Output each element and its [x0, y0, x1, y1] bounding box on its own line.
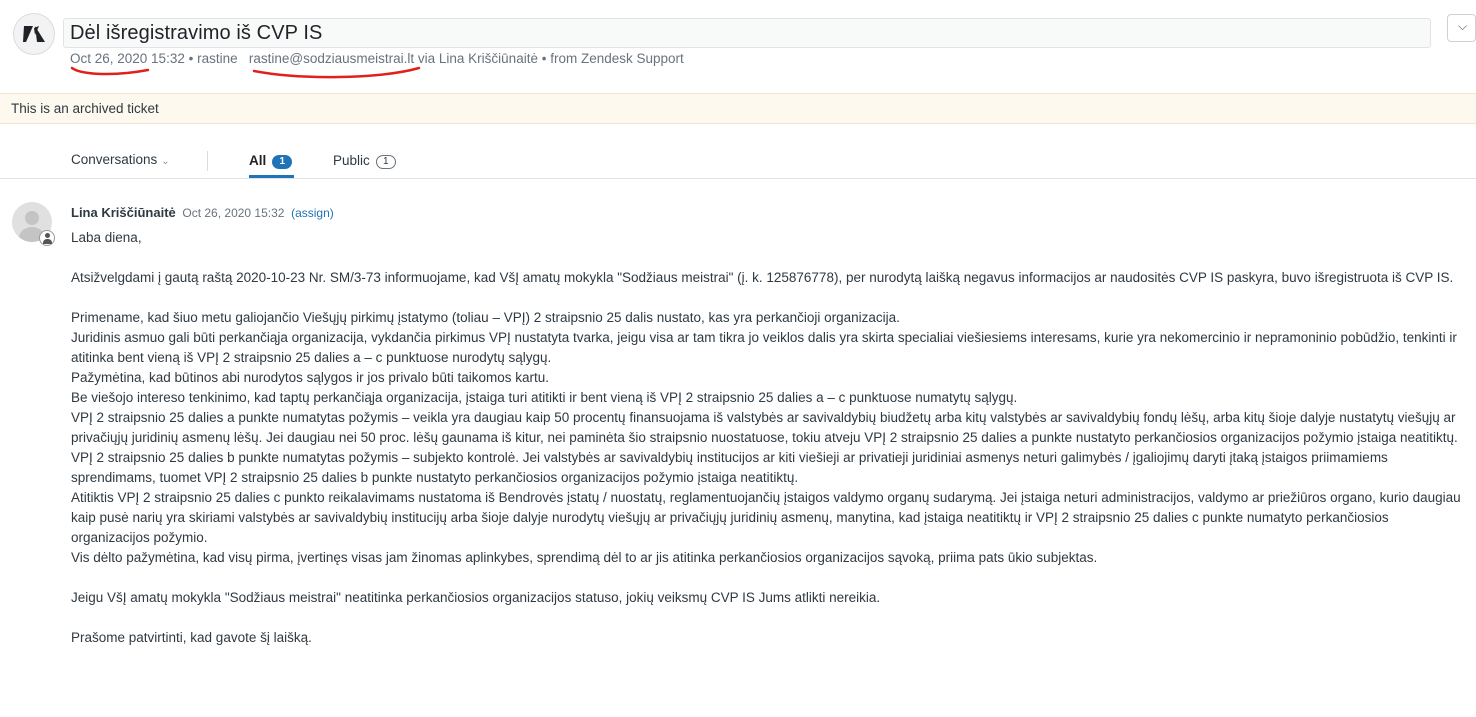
user-icon: [39, 230, 55, 246]
message-paragraph: Pažymėtina, kad būtinos abi nurodytos są…: [71, 370, 549, 385]
message-paragraph: Vis dėlto pažymėtina, kad visų pirma, įv…: [71, 550, 1098, 565]
red-annotation-underlines: [70, 66, 421, 79]
email-underline: [252, 66, 421, 79]
message-paragraph: Prašome patvirtinti, kad gavote šį laišk…: [71, 630, 312, 645]
message-paragraph: Juridinis asmuo gali būti perkančiąja or…: [71, 330, 1457, 365]
message-body: Laba diena, Atsižvelgdami į gautą raštą 2…: [71, 228, 1471, 648]
assign-link[interactable]: (assign): [291, 206, 334, 220]
tab-divider: [207, 151, 208, 171]
message-paragraph: Atsižvelgdami į gautą raštą 2020-10-23 N…: [71, 270, 1454, 285]
conversation-tabs: Conversations ⌄ All 1 Public 1: [0, 143, 1476, 179]
tab-all-count: 1: [272, 155, 293, 169]
archived-notice-bar: This is an archived ticket: [0, 93, 1476, 124]
tab-public-count: 1: [375, 155, 396, 169]
message-paragraph: Jeigu VšĮ amatų mokykla "Sodžiaus meistr…: [71, 590, 881, 605]
message-paragraph: Be viešojo intereso tenkinimo, kad taptų…: [71, 390, 1018, 405]
message-time: Oct 26, 2020 15:32: [182, 206, 285, 220]
message-paragraph: Laba diena,: [71, 230, 142, 245]
message-author[interactable]: Lina Kriščiūnaitė: [71, 205, 176, 220]
message-paragraph: Primename, kad šiuo metu galiojančio Vie…: [71, 310, 900, 325]
tab-all-active-indicator: [249, 175, 294, 178]
message-header: Lina Kriščiūnaitė Oct 26, 2020 15:32 (as…: [71, 205, 334, 220]
message-paragraph: VPĮ 2 straipsnio 25 dalies a punkte numa…: [71, 410, 1458, 445]
tab-all[interactable]: All 1: [249, 153, 293, 169]
message-paragraph: VPĮ 2 straipsnio 25 dalies b punkte numa…: [71, 450, 1388, 485]
chevron-down-icon: ⌄: [161, 156, 170, 167]
archived-notice: This is an archived ticket: [11, 101, 159, 116]
message-paragraph: Atitiktis VPĮ 2 straipsnio 25 dalies c p…: [71, 490, 1461, 545]
conversations-filter[interactable]: Conversations ⌄: [71, 152, 170, 167]
tab-public[interactable]: Public 1: [333, 153, 396, 169]
date-underline: [70, 66, 150, 76]
